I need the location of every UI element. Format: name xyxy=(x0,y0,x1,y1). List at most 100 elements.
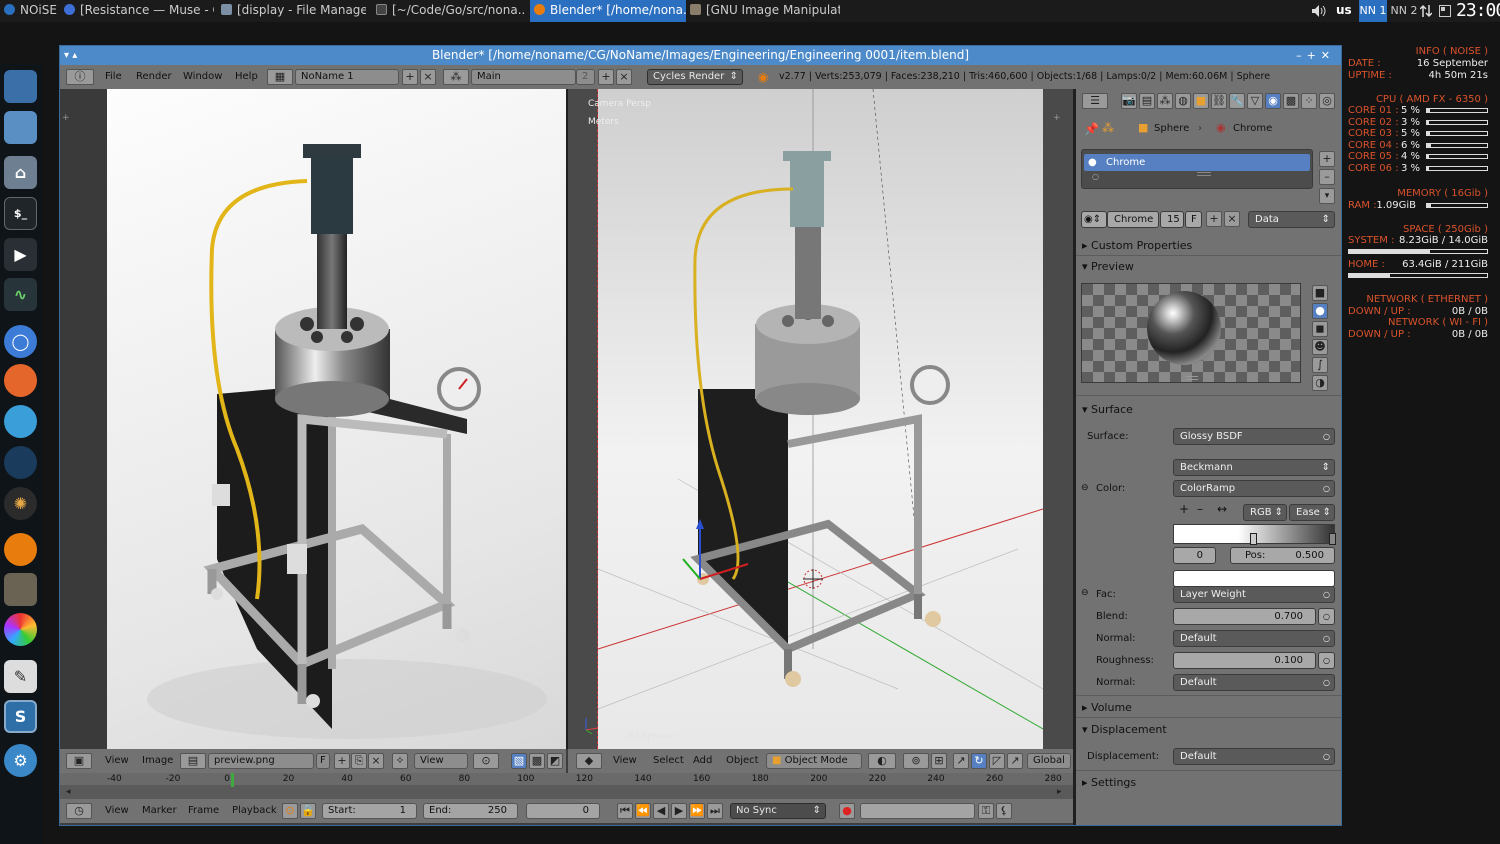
material-browse-icon[interactable]: ◉⇕ xyxy=(1081,211,1107,228)
ramp-interpolation-dropdown[interactable]: Ease ⇕ xyxy=(1289,504,1335,521)
pin-icon[interactable]: 📌 xyxy=(1084,122,1099,136)
pin-icon[interactable]: ✧ xyxy=(392,753,408,769)
physics-tab-icon[interactable]: ◎ xyxy=(1319,93,1335,109)
surface-shader-field[interactable]: Glossy BSDF ○ xyxy=(1173,428,1335,445)
image-name-field[interactable]: preview.png xyxy=(208,753,314,769)
lock-icon[interactable]: 🔒 xyxy=(300,803,316,819)
taskbar-window-file-manager[interactable]: [display - File Manager] xyxy=(221,0,366,22)
blender-icon[interactable] xyxy=(4,533,37,566)
screen-icon[interactable] xyxy=(1439,0,1453,22)
menu-playback[interactable]: Playback xyxy=(232,799,277,823)
timeline[interactable]: -40 -20 0 20 40 60 80 100 120 140 160 180 200 220 240 2… xyxy=(60,773,1073,799)
play-reverse-icon[interactable]: ◀ xyxy=(653,803,669,819)
data-tab-icon[interactable]: ▽ xyxy=(1247,93,1263,109)
menu-marker[interactable]: Marker xyxy=(142,799,177,823)
ramp-add-icon[interactable]: + xyxy=(1179,502,1189,516)
particles-tab-icon[interactable]: ⁘ xyxy=(1301,93,1317,109)
timeline-scroll-right-icon[interactable]: ▸ xyxy=(1057,787,1062,797)
text-editor-icon[interactable]: ✎ xyxy=(4,660,37,693)
render-tab-icon[interactable]: 📷 xyxy=(1121,93,1137,109)
settings-icon[interactable]: ⚙ xyxy=(4,744,37,777)
material-slot-chrome[interactable]: ● Chrome xyxy=(1084,154,1310,171)
jump-end-icon[interactable]: ⏭ xyxy=(707,803,723,819)
3d-viewport[interactable]: Camera Persp Meters (6) Sphere + xyxy=(568,88,1073,749)
editor-type-properties-icon[interactable]: ☰ xyxy=(1082,93,1108,109)
distribution-dropdown[interactable]: Beckmann ⇕ xyxy=(1173,459,1335,476)
displacement-panel-header[interactable]: ▾ Displacement xyxy=(1082,723,1167,736)
filter-icon[interactable]: ○ xyxy=(1092,172,1099,181)
keying-set-field[interactable] xyxy=(860,803,975,819)
start-frame-field[interactable]: Start: 1 xyxy=(322,803,417,819)
menu-button[interactable]: NOiSE xyxy=(4,0,59,22)
terminal-icon[interactable]: $_ xyxy=(4,197,37,230)
jump-start-icon[interactable]: ⏮ xyxy=(617,803,633,819)
render-engine-dropdown[interactable]: Cycles Render ⇕ xyxy=(647,69,743,85)
editor-type-info-icon[interactable]: ⓘ xyxy=(66,69,94,85)
settings-panel-header[interactable]: ▸ Settings xyxy=(1082,776,1136,789)
color-socket-icon[interactable]: ⊖ xyxy=(1081,483,1089,493)
blend-socket-button[interactable]: ○ xyxy=(1318,608,1335,625)
record-icon[interactable]: ● xyxy=(839,803,855,819)
end-frame-field[interactable]: End: 250 xyxy=(423,803,518,819)
insert-keyframe-icon[interactable]: ⚿ xyxy=(978,803,994,819)
menu-view-3d[interactable]: View xyxy=(613,749,637,773)
color-ramp-gradient[interactable] xyxy=(1173,524,1336,545)
translate-icon[interactable]: ↗ xyxy=(953,753,969,769)
menu-timeline-view[interactable]: View xyxy=(105,799,129,823)
texture-tab-icon[interactable]: ▩ xyxy=(1283,93,1299,109)
manipulator-icon[interactable]: ⊞ xyxy=(931,753,947,769)
timeline-scroll-left-icon[interactable]: ◂ xyxy=(66,787,71,797)
object-tab-icon[interactable]: ■ xyxy=(1193,93,1209,109)
custom-properties-panel-header[interactable]: ▸ Custom Properties xyxy=(1082,239,1192,252)
volume-panel-header[interactable]: ▸ Volume xyxy=(1082,701,1132,714)
fac-socket-icon[interactable]: ⊖ xyxy=(1081,588,1089,598)
world-tab-icon[interactable]: ◍ xyxy=(1175,93,1191,109)
remove-screen-button[interactable]: × xyxy=(420,69,436,85)
remove-material-slot-button[interactable]: – xyxy=(1319,169,1335,185)
menu-help[interactable]: Help xyxy=(235,65,258,89)
screen-layout-icon[interactable]: ▦ xyxy=(267,69,293,85)
preview-hair-icon[interactable]: ∫ xyxy=(1312,357,1328,373)
zbuffer-icon[interactable]: ◩ xyxy=(547,753,563,769)
workspace-1[interactable]: NN 1 xyxy=(1359,0,1387,22)
ramp-active-index[interactable]: 0 xyxy=(1173,547,1216,564)
menu-frame[interactable]: Frame xyxy=(188,799,219,823)
chromium-icon[interactable]: ◯ xyxy=(4,325,37,358)
aperture-icon[interactable]: ✺ xyxy=(4,487,37,520)
image-editor[interactable]: + xyxy=(60,89,566,749)
delete-keyframe-icon[interactable]: ⚸ xyxy=(996,803,1012,819)
ramp-flip-icon[interactable]: ↔ xyxy=(1217,502,1227,516)
scene-field[interactable]: Main xyxy=(471,69,576,85)
menu-view[interactable]: View xyxy=(105,749,129,773)
slot-specials-button[interactable]: ▾ xyxy=(1319,188,1335,204)
scene-icon[interactable]: ⁂ xyxy=(443,69,469,85)
play-icon[interactable]: ▶ xyxy=(671,803,687,819)
sublime-icon[interactable]: S xyxy=(4,700,37,733)
volume-icon[interactable] xyxy=(1311,0,1333,22)
properties-toggle-icon[interactable]: + xyxy=(1053,113,1061,123)
steam-icon[interactable] xyxy=(4,446,37,479)
preview-sky-icon[interactable]: ◑ xyxy=(1312,375,1328,391)
open-image-button[interactable]: ⎘ xyxy=(351,753,367,769)
gimp-icon[interactable] xyxy=(4,573,37,606)
pivot-point-icon[interactable]: ⊚ xyxy=(903,753,929,769)
preview-flat-icon[interactable]: ■ xyxy=(1312,285,1328,301)
window-menu-icon[interactable]: ▾ ▴ xyxy=(64,46,77,65)
window-titlebar[interactable]: ▾ ▴ Blender* [/home/noname/CG/NoName/Ima… xyxy=(60,46,1341,65)
add-scene-button[interactable]: + xyxy=(598,69,614,85)
keyboard-layout[interactable]: us xyxy=(1336,0,1356,22)
jump-next-keyframe-icon[interactable]: ⏩ xyxy=(689,803,705,819)
roughness-socket-button[interactable]: ○ xyxy=(1318,652,1335,669)
sync-mode-dropdown[interactable]: No Sync ⇕ xyxy=(730,803,826,819)
view-mode-dropdown[interactable]: View xyxy=(414,753,468,769)
preview-monkey-icon[interactable]: ☻ xyxy=(1312,339,1328,355)
taskbar-window-music[interactable]: [Resistance — Muse - C... xyxy=(64,0,214,22)
editor-type-3d-icon[interactable]: ◆ xyxy=(576,753,602,769)
material-name-field[interactable]: Chrome xyxy=(1107,211,1159,228)
menu-object[interactable]: Object xyxy=(726,749,759,773)
fac-input-field[interactable]: Layer Weight ○ xyxy=(1173,586,1335,603)
add-material-slot-button[interactable]: + xyxy=(1319,151,1335,167)
firefox-icon[interactable] xyxy=(4,364,37,397)
image-fake-user-button[interactable]: F xyxy=(316,753,330,769)
ramp-stop-handle-end[interactable] xyxy=(1329,533,1336,545)
